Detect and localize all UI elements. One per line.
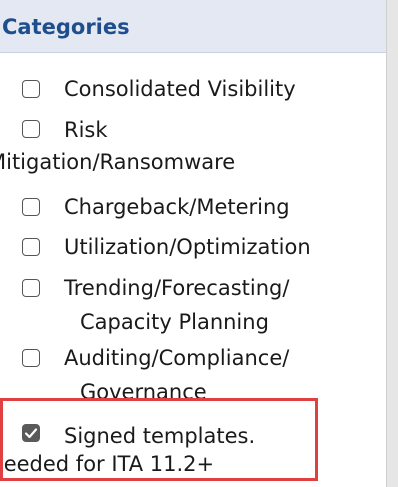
label-capacity-planning: Capacity Planning bbox=[80, 310, 269, 334]
categories-header: Categories bbox=[0, 0, 386, 53]
label-consolidated-visibility: Consolidated Visibility bbox=[64, 77, 296, 101]
label-trending-forecasting: Trending/Forecasting/ bbox=[64, 276, 290, 300]
scrollbar[interactable] bbox=[386, 0, 398, 487]
checkbox-utilization-optimization[interactable] bbox=[22, 238, 40, 256]
checkbox-auditing-compliance[interactable] bbox=[22, 349, 40, 367]
label-chargeback-metering: Chargeback/Metering bbox=[64, 195, 290, 219]
checkbox-risk-mitigation[interactable] bbox=[22, 120, 40, 138]
checkbox-chargeback-metering[interactable] bbox=[22, 198, 40, 216]
checkbox-consolidated-visibility[interactable] bbox=[22, 80, 40, 98]
highlight-box bbox=[0, 398, 318, 481]
categories-title: Categories bbox=[2, 15, 130, 39]
label-mitigation-ransomware: Mitigation/Ransomware bbox=[0, 150, 236, 174]
checkbox-trending-forecasting[interactable] bbox=[22, 279, 40, 297]
label-auditing-compliance: Auditing/Compliance/ bbox=[64, 346, 290, 370]
label-risk: Risk bbox=[64, 118, 108, 142]
categories-panel: Categories Consolidated Visibility Risk … bbox=[0, 0, 386, 487]
label-utilization-optimization: Utilization/Optimization bbox=[64, 235, 311, 259]
